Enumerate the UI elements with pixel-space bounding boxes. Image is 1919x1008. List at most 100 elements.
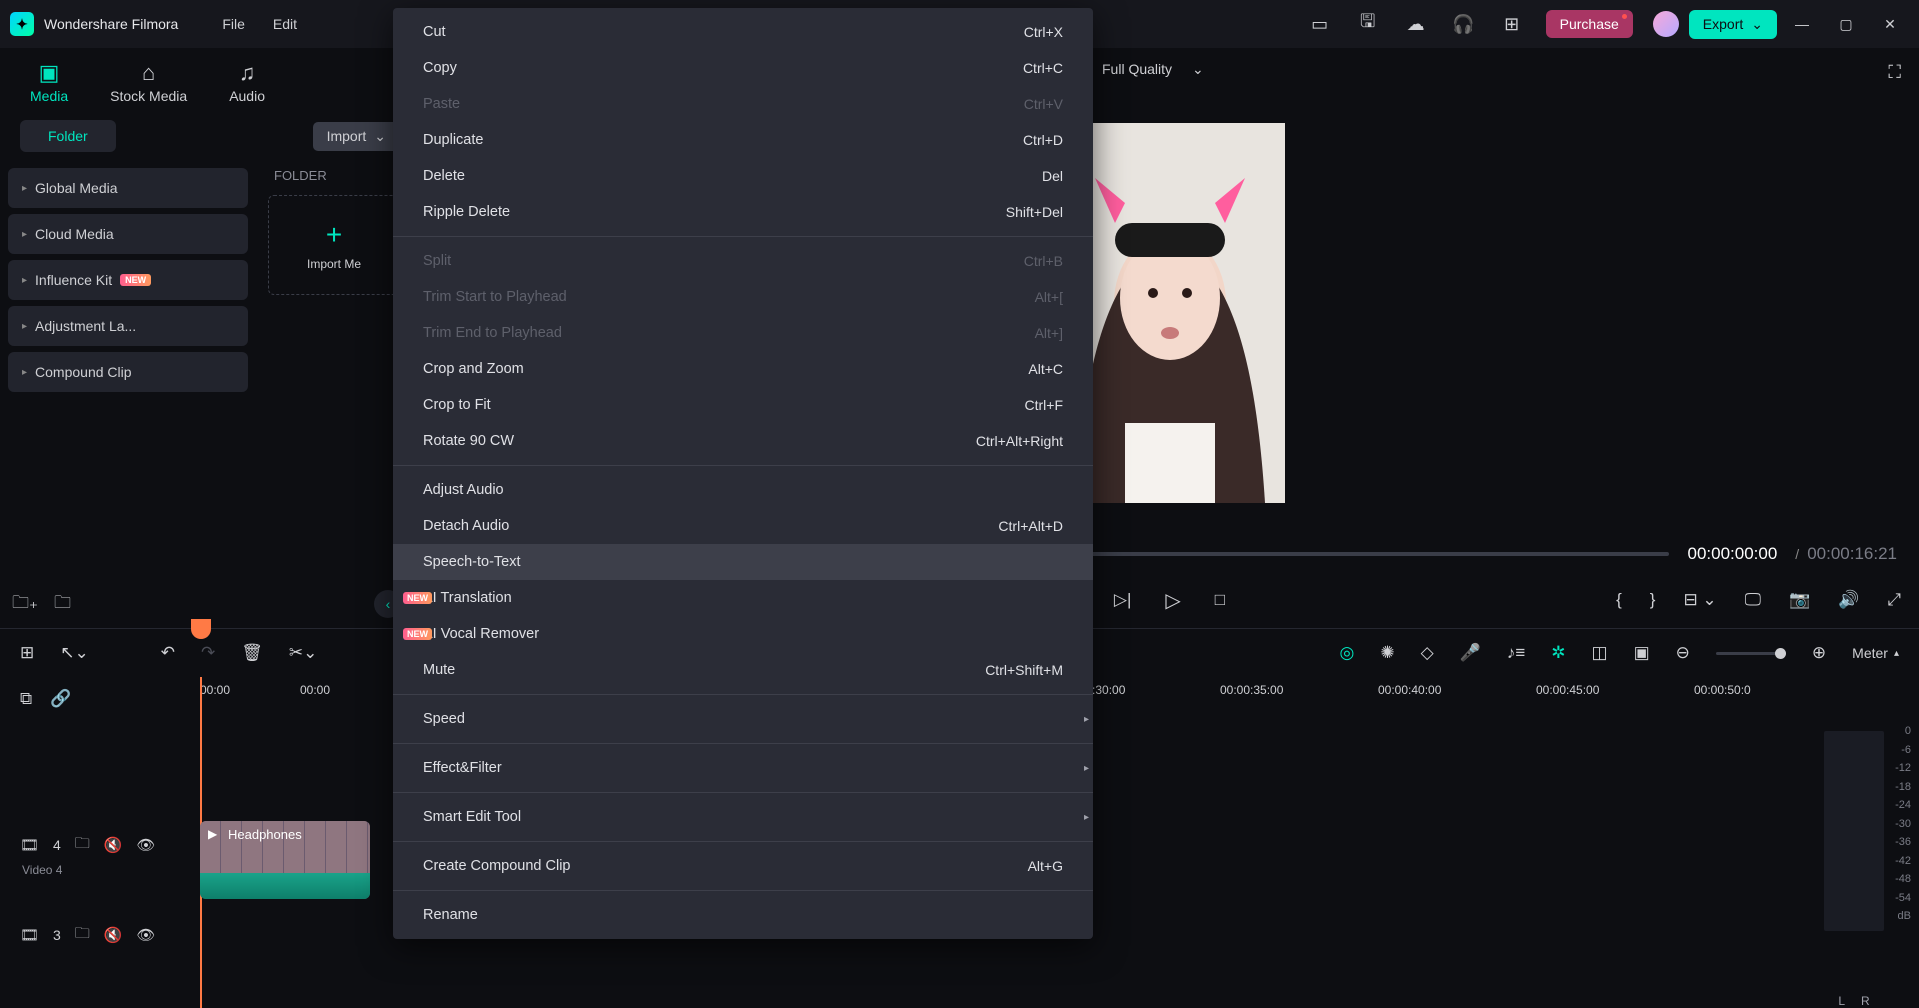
menu-cut[interactable]: CutCtrl+X [393, 14, 1093, 50]
stock-media-icon: ⌂ [110, 60, 187, 86]
menu-speech-to-text[interactable]: Speech-to-Text [393, 544, 1093, 580]
menu-rotate-90-cw[interactable]: Rotate 90 CWCtrl+Alt+Right [393, 423, 1093, 459]
cut-icon[interactable]: ✂⌄ [289, 643, 318, 663]
caret-icon: ▸ [22, 367, 27, 378]
sidebar-global-media[interactable]: ▸Global Media [8, 168, 248, 208]
current-time: 00:00:00:00 [1687, 544, 1777, 564]
chevron-down-icon: ⌄ [1192, 61, 1204, 78]
new-folder-icon[interactable]: 🗀₊ [12, 590, 38, 619]
menu-file[interactable]: File [208, 16, 259, 32]
zoom-in-icon[interactable]: ⊕ [1812, 643, 1826, 663]
quality-dropdown[interactable]: Full Quality⌄ [1096, 57, 1210, 82]
tab-audio[interactable]: ♫Audio [229, 60, 265, 110]
mic-icon[interactable]: 🎤 [1460, 643, 1481, 663]
fit-icon[interactable]: ▣ [1634, 643, 1650, 663]
record-icon[interactable]: ◎ [1340, 643, 1355, 663]
sidebar-adjustment-layer[interactable]: ▸Adjustment La... [8, 306, 248, 346]
tab-stock-media[interactable]: ⌂Stock Media [110, 60, 187, 110]
music-list-icon[interactable]: ♪≡ [1507, 643, 1525, 663]
close-button[interactable]: ✕ [1871, 5, 1909, 43]
redo-icon[interactable]: ↷ [201, 643, 215, 663]
meter-toggle[interactable]: Meter▴ [1852, 645, 1899, 661]
menu-trim-start-to-playhead: Trim Start to PlayheadAlt+[ [393, 279, 1093, 315]
total-time: 00:00:16:21 [1807, 544, 1897, 564]
folder-icon[interactable]: 🗀 [54, 590, 71, 619]
menu-crop-to-fit[interactable]: Crop to FitCtrl+F [393, 387, 1093, 423]
undo-icon[interactable]: ↶ [161, 643, 175, 663]
screen-icon[interactable]: 🖵 [1745, 590, 1761, 610]
marker-icon[interactable]: ◇ [1421, 643, 1434, 663]
chevron-down-icon: ⌄ [374, 128, 386, 145]
menu-mute[interactable]: MuteCtrl+Shift+M [393, 652, 1093, 688]
sidebar-compound-clip[interactable]: ▸Compound Clip [8, 352, 248, 392]
clip-headphones[interactable]: ▶ Headphones [200, 821, 370, 899]
volume-icon[interactable]: 🔊 [1838, 590, 1859, 610]
menu-edit[interactable]: Edit [259, 16, 311, 32]
import-media-tile[interactable]: + Import Me [268, 195, 400, 295]
sidebar-influence-kit[interactable]: ▸Influence KitNEW [8, 260, 248, 300]
link-icon[interactable]: 🔗 [50, 689, 71, 709]
zoom-slider[interactable] [1716, 652, 1786, 655]
video-track-icon: 🎞 [20, 926, 39, 944]
crop-icon[interactable]: ◫ [1592, 643, 1608, 663]
visibility-icon[interactable]: 👁 [137, 836, 156, 854]
zoom-out-icon[interactable]: ⊖ [1676, 643, 1690, 663]
auto-beat-icon[interactable]: ✲ [1551, 643, 1565, 663]
folder-icon[interactable]: 🗀 [75, 833, 90, 858]
menu-crop-and-zoom[interactable]: Crop and ZoomAlt+C [393, 351, 1093, 387]
snapshot-icon[interactable]: ⛶ [1888, 62, 1901, 83]
layout-icon[interactable]: ▭ [1302, 6, 1338, 42]
cloud-icon[interactable]: ☁ [1398, 6, 1434, 42]
minimize-button[interactable]: — [1783, 5, 1821, 43]
menu-speed[interactable]: Speed [393, 701, 1093, 737]
menu-effect-filter[interactable]: Effect&Filter [393, 750, 1093, 786]
apps-icon[interactable]: ⊞ [1494, 6, 1530, 42]
menu-ai-translation[interactable]: NEWAI Translation [393, 580, 1093, 616]
app-logo-icon: ✦ [10, 12, 34, 36]
prev-frame-icon[interactable]: ▷| [1114, 590, 1132, 610]
menu-duplicate[interactable]: DuplicateCtrl+D [393, 122, 1093, 158]
visibility-icon[interactable]: 👁 [137, 926, 156, 944]
caret-icon: ▸ [22, 275, 27, 286]
save-icon[interactable]: 🖫 [1350, 6, 1386, 42]
mute-track-icon[interactable]: 🔇 [104, 926, 123, 944]
mute-track-icon[interactable]: 🔇 [104, 836, 123, 854]
headphones-icon[interactable]: 🎧 [1446, 6, 1482, 42]
track-options-icon[interactable]: ⧉ [20, 689, 32, 709]
mark-in-icon[interactable]: { [1616, 590, 1622, 610]
video-track-icon: 🎞 [20, 836, 39, 854]
pointer-icon[interactable]: ↖⌄ [60, 643, 89, 663]
menu-ripple-delete[interactable]: Ripple DeleteShift+Del [393, 194, 1093, 230]
grid-icon[interactable]: ⊞ [20, 643, 34, 663]
menu-split: SplitCtrl+B [393, 243, 1093, 279]
menu-smart-edit-tool[interactable]: Smart Edit Tool [393, 799, 1093, 835]
import-button[interactable]: Import⌄ [313, 122, 400, 151]
folder-icon[interactable]: 🗀 [75, 923, 90, 948]
stop-icon[interactable]: □ [1215, 590, 1225, 610]
tab-media[interactable]: ▣Media [30, 60, 68, 110]
menu-copy[interactable]: CopyCtrl+C [393, 50, 1093, 86]
export-button[interactable]: Export⌄ [1689, 10, 1777, 39]
chevron-down-icon: ⌄ [1751, 16, 1763, 33]
folder-selector[interactable]: Folder [20, 120, 116, 152]
play-icon[interactable]: ▷ [1165, 588, 1180, 613]
sidebar-cloud-media[interactable]: ▸Cloud Media [8, 214, 248, 254]
track-3-controls: 🎞3 🗀 🔇 👁 [20, 917, 180, 953]
menu-ai-vocal-remover[interactable]: NEWAI Vocal Remover [393, 616, 1093, 652]
render-icon[interactable]: ✺ [1380, 643, 1394, 663]
media-icon: ▣ [30, 60, 68, 86]
menu-detach-audio[interactable]: Detach AudioCtrl+Alt+D [393, 508, 1093, 544]
mark-out-icon[interactable]: } [1650, 590, 1656, 610]
fullscreen-icon[interactable]: ⤢ [1887, 590, 1901, 610]
menu-delete[interactable]: DeleteDel [393, 158, 1093, 194]
maximize-button[interactable]: ▢ [1827, 5, 1865, 43]
menu-adjust-audio[interactable]: Adjust Audio [393, 472, 1093, 508]
purchase-button[interactable]: Purchase [1546, 10, 1633, 38]
camera-icon[interactable]: 📷 [1789, 590, 1810, 610]
menu-create-compound-clip[interactable]: Create Compound ClipAlt+G [393, 848, 1093, 884]
context-menu: CutCtrl+XCopyCtrl+CPasteCtrl+VDuplicateC… [393, 8, 1093, 939]
menu-rename[interactable]: Rename [393, 897, 1093, 933]
display-mode-icon[interactable]: ⊟ ⌄ [1683, 590, 1716, 610]
user-avatar[interactable] [1653, 11, 1679, 37]
delete-icon[interactable]: 🗑 [241, 643, 263, 663]
